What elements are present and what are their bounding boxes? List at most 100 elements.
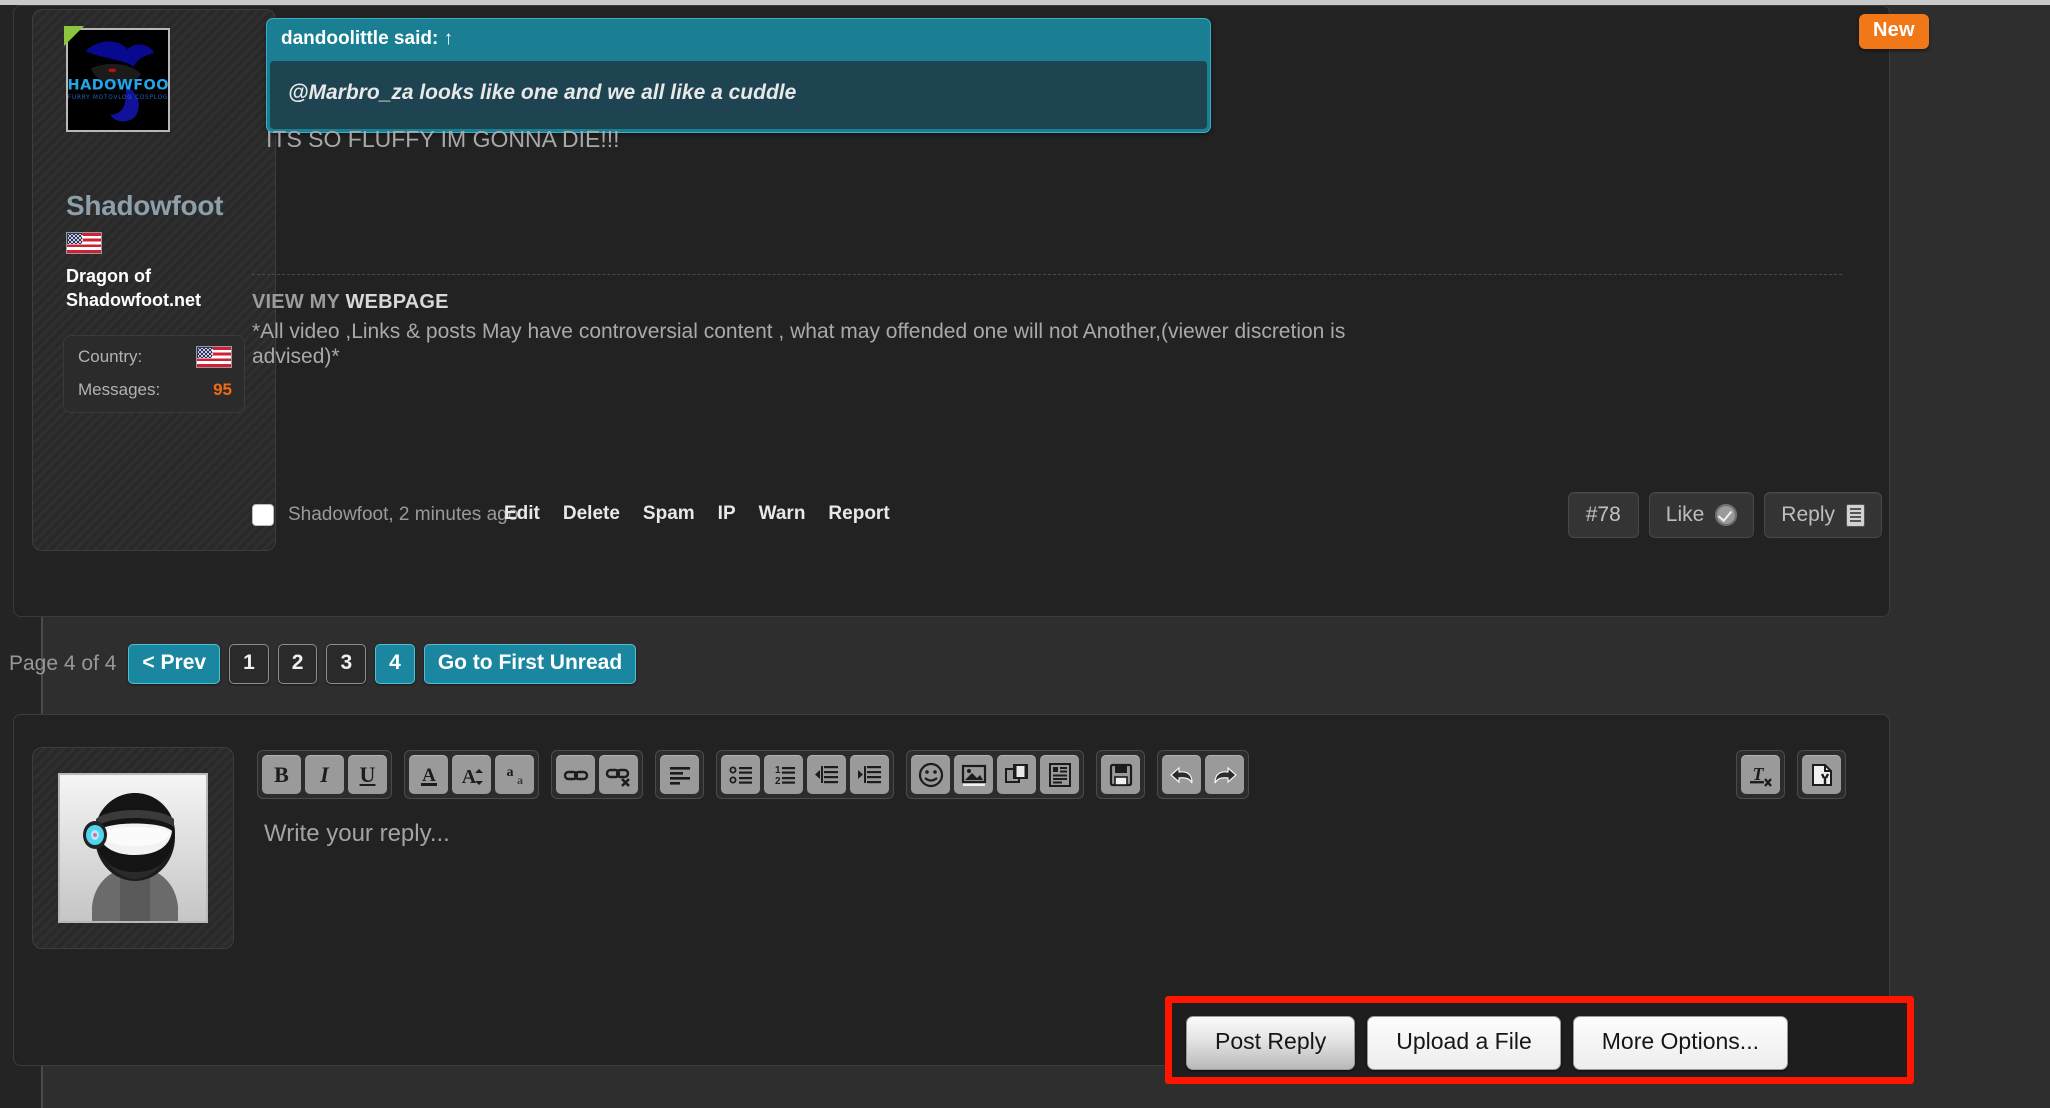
editor-toolbar-right: T bbox=[1736, 750, 1846, 799]
like-button[interactable]: Like bbox=[1648, 492, 1755, 538]
reply-button-label: Reply bbox=[1781, 503, 1835, 526]
member-username[interactable]: Shadowfoot bbox=[66, 190, 224, 222]
toolbar-group-link bbox=[551, 750, 643, 799]
svg-text:SHADOWFOOT: SHADOWFOOT bbox=[68, 78, 168, 94]
post-meta-text: Shadowfoot, 2 minutes ago bbox=[288, 504, 519, 525]
insert-link-icon[interactable] bbox=[556, 755, 595, 794]
font-size-icon[interactable]: A bbox=[452, 755, 491, 794]
online-status-icon bbox=[64, 26, 84, 46]
editor-toolbar: B I U A A aa 1 2 bbox=[257, 750, 1261, 799]
stat-value-messages: 95 bbox=[213, 380, 232, 399]
quote-block: dandoolittle said: ↑ @Marbro_za looks li… bbox=[266, 18, 1211, 133]
check-circle-icon bbox=[1715, 504, 1738, 526]
numbered-list-icon[interactable]: 12 bbox=[764, 755, 803, 794]
more-options-button[interactable]: More Options... bbox=[1572, 1016, 1788, 1070]
svg-text:a: a bbox=[517, 773, 523, 787]
draft-save-icon[interactable] bbox=[1101, 755, 1140, 794]
redo-icon[interactable] bbox=[1205, 755, 1244, 794]
helmet-avatar-art bbox=[60, 775, 206, 921]
toolbar-group-basic-format: B I U bbox=[257, 750, 392, 799]
svg-text:A: A bbox=[461, 766, 476, 788]
stat-value-country-flag-icon bbox=[196, 346, 232, 368]
svg-text:A: A bbox=[422, 765, 436, 786]
stat-label-country: Country: bbox=[78, 347, 143, 366]
post-moderation-links: Edit Delete Spam IP Warn Report bbox=[504, 503, 890, 525]
insert-media-icon[interactable] bbox=[997, 755, 1036, 794]
post-link-spam[interactable]: Spam bbox=[643, 503, 695, 525]
toggle-bbcode-icon[interactable] bbox=[1802, 755, 1841, 794]
quote-author: dandoolittle said: bbox=[281, 28, 439, 49]
signature-heading-prefix: VIEW MY bbox=[252, 291, 346, 313]
reply-button[interactable]: Reply bbox=[1764, 492, 1882, 538]
pagination-page-4-current[interactable]: 4 bbox=[375, 644, 415, 684]
pagination-prev-button[interactable]: < Prev bbox=[128, 644, 221, 684]
post-number-button[interactable]: #78 bbox=[1567, 492, 1639, 538]
quote-attribution[interactable]: dandoolittle said: ↑ bbox=[267, 19, 1210, 61]
go-to-first-unread-button[interactable]: Go to First Unread bbox=[423, 644, 637, 684]
outdent-icon[interactable] bbox=[807, 755, 846, 794]
current-user-avatar[interactable] bbox=[58, 773, 208, 923]
post-link-edit[interactable]: Edit bbox=[504, 503, 540, 525]
post-link-ip[interactable]: IP bbox=[718, 503, 736, 525]
toolbar-group-bbcode bbox=[1797, 750, 1846, 799]
bullet-list-icon[interactable] bbox=[721, 755, 760, 794]
post-select-checkbox[interactable] bbox=[252, 504, 274, 526]
post-message-area: dandoolittle said: ↑ @Marbro_za looks li… bbox=[252, 6, 1882, 554]
post-container: New SHADOWFOOT FURRY MOTOVLOG COSPLOG Sh… bbox=[13, 5, 1929, 617]
signature-webpage-link[interactable]: WEBPAGE bbox=[345, 291, 448, 313]
stat-row-country: Country: bbox=[78, 346, 232, 368]
quote-jump-arrow-icon[interactable]: ↑ bbox=[444, 28, 454, 49]
toolbar-group-align bbox=[655, 750, 704, 799]
pagination-page-2[interactable]: 2 bbox=[277, 644, 318, 684]
toolbar-group-lists: 12 bbox=[716, 750, 894, 799]
stat-label-messages: Messages: bbox=[78, 380, 161, 399]
like-button-label: Like bbox=[1665, 503, 1705, 526]
member-user-title: Dragon of Shadowfoot.net bbox=[66, 266, 201, 310]
signature-disclaimer: *All video ,Links & posts May have contr… bbox=[252, 320, 1346, 369]
font-family-icon[interactable]: aa bbox=[495, 755, 534, 794]
post-link-delete[interactable]: Delete bbox=[563, 503, 620, 525]
post-footer: Shadowfoot, 2 minutes ago Edit Delete Sp… bbox=[252, 492, 1882, 556]
remove-formatting-icon[interactable]: T bbox=[1741, 755, 1780, 794]
remove-link-icon[interactable] bbox=[599, 755, 638, 794]
bold-icon[interactable]: B bbox=[262, 755, 301, 794]
quote-text: @Marbro_za looks like one and we all lik… bbox=[270, 61, 1207, 129]
action-bar: Post Reply Upload a File More Options... bbox=[1186, 1016, 1788, 1070]
post-body-text: ITS SO FLUFFY IM GONNA DIE!!! bbox=[266, 126, 620, 152]
reply-avatar-card bbox=[32, 747, 234, 949]
indent-icon[interactable] bbox=[850, 755, 889, 794]
signature-divider bbox=[252, 274, 1842, 275]
toolbar-group-draft bbox=[1096, 750, 1145, 799]
undo-icon[interactable] bbox=[1162, 755, 1201, 794]
signature-heading: VIEW MY WEBPAGE bbox=[252, 291, 449, 314]
smilie-icon[interactable] bbox=[911, 755, 950, 794]
toolbar-group-history bbox=[1157, 750, 1249, 799]
svg-text:2: 2 bbox=[775, 776, 781, 787]
insert-image-icon[interactable] bbox=[954, 755, 993, 794]
pagination-page-1[interactable]: 1 bbox=[229, 644, 269, 684]
pagination-bar: Page 4 of 4 < Prev 1 2 3 4 Go to First U… bbox=[9, 644, 637, 684]
toolbar-group-font: A A aa bbox=[404, 750, 539, 799]
reply-textarea-placeholder[interactable]: Write your reply... bbox=[264, 820, 450, 848]
toolbar-group-insert bbox=[906, 750, 1084, 799]
member-country-flag-icon bbox=[66, 232, 102, 254]
italic-icon[interactable]: I bbox=[305, 755, 344, 794]
post-link-warn[interactable]: Warn bbox=[759, 503, 806, 525]
post-reply-button[interactable]: Post Reply bbox=[1186, 1016, 1356, 1070]
text-align-icon[interactable] bbox=[660, 755, 699, 794]
svg-text:a: a bbox=[506, 765, 513, 780]
pagination-page-3[interactable]: 3 bbox=[326, 644, 367, 684]
insert-quote-icon[interactable] bbox=[1040, 755, 1079, 794]
text-color-icon[interactable]: A bbox=[409, 755, 448, 794]
svg-text:FURRY MOTOVLOG COSPLOG: FURRY MOTOVLOG COSPLOG bbox=[68, 95, 168, 101]
page-count-label: Page 4 of 4 bbox=[9, 652, 117, 675]
post-link-report[interactable]: Report bbox=[828, 503, 889, 525]
underline-icon[interactable]: U bbox=[348, 755, 387, 794]
post-action-buttons: #78 Like Reply bbox=[1567, 492, 1882, 538]
upload-file-button[interactable]: Upload a File bbox=[1367, 1016, 1561, 1070]
post-member-card: SHADOWFOOT FURRY MOTOVLOG COSPLOG Shadow… bbox=[32, 9, 276, 551]
stat-row-messages: Messages: 95 bbox=[78, 380, 232, 400]
member-stats-box: Country: Messages: 95 bbox=[63, 335, 245, 413]
svg-text:1: 1 bbox=[775, 765, 781, 776]
document-icon bbox=[1846, 503, 1865, 527]
